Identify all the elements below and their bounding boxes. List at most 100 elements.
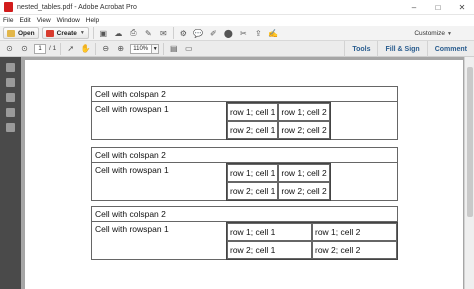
table-cell: row 1; cell 1 bbox=[227, 103, 279, 121]
highlight-icon[interactable]: ✐ bbox=[208, 28, 219, 39]
hand-tool-icon[interactable]: ✋ bbox=[80, 43, 91, 54]
colspan-cell: Cell with colspan 2 bbox=[92, 207, 397, 222]
folder-icon bbox=[7, 29, 15, 37]
tab-tools[interactable]: Tools bbox=[344, 41, 377, 57]
rowspan-cell: Cell with rowspan 1 bbox=[95, 104, 169, 114]
close-button[interactable]: ✕ bbox=[450, 0, 474, 15]
cloud-upload-icon[interactable]: ☁ bbox=[113, 28, 124, 39]
page-total: / 1 bbox=[49, 45, 57, 52]
rowspan-cell: Cell with rowspan 1 bbox=[95, 165, 169, 175]
previous-page-icon[interactable]: ⊙ bbox=[4, 43, 15, 54]
edit-icon[interactable]: ✎ bbox=[143, 28, 154, 39]
redact-icon[interactable]: ✂ bbox=[238, 28, 249, 39]
signatures-icon[interactable] bbox=[6, 93, 15, 102]
open-label: Open bbox=[18, 29, 35, 37]
share-icon[interactable]: ⇪ bbox=[253, 28, 264, 39]
toolbar-separator bbox=[60, 42, 62, 55]
table-row: row 2; cell 1 row 2; cell 2 bbox=[227, 182, 330, 200]
table-cell: row 2; cell 2 bbox=[278, 182, 330, 200]
toolbar-separator bbox=[95, 42, 97, 55]
table-cell: row 1; cell 2 bbox=[312, 223, 397, 241]
zoom-out-icon[interactable]: ⊖ bbox=[100, 43, 111, 54]
layers-icon[interactable] bbox=[6, 108, 15, 117]
nested-table: row 1; cell 1 row 1; cell 2 row 2; cell … bbox=[226, 163, 331, 201]
customize-label: Customize bbox=[414, 29, 446, 37]
customize-dropdown[interactable]: Customize ▼ bbox=[414, 30, 452, 37]
menu-bar: File Edit View Window Help bbox=[0, 15, 474, 26]
chevron-down-icon: ▼ bbox=[447, 30, 452, 37]
table-row: row 1; cell 1 row 1; cell 2 bbox=[227, 164, 330, 182]
zoom-dropdown[interactable]: ▼ bbox=[152, 43, 160, 54]
navigation-toolbar: ⊙ ⊙ 1 / 1 ➚ ✋ ⊖ ⊕ 110% ▼ ▤ ▭ Tools Fill … bbox=[0, 41, 474, 57]
title-bar: nested_tables.pdf - Adobe Acrobat Pro – … bbox=[0, 0, 474, 15]
table-cell: row 2; cell 2 bbox=[312, 241, 397, 259]
outer-table: Cell with colspan 2 Cell with rowspan 1 … bbox=[91, 147, 398, 201]
chevron-down-icon: ▼ bbox=[79, 30, 85, 36]
window-controls: – □ ✕ bbox=[402, 0, 474, 15]
read-mode-icon[interactable]: ▭ bbox=[183, 43, 194, 54]
page-number-input[interactable]: 1 bbox=[34, 43, 46, 54]
window-title: nested_tables.pdf - Adobe Acrobat Pro bbox=[17, 3, 137, 11]
vertical-scrollbar[interactable] bbox=[464, 57, 474, 289]
sign-icon[interactable]: ✍ bbox=[268, 28, 279, 39]
tab-comment[interactable]: Comment bbox=[426, 41, 474, 57]
create-button[interactable]: Create ▼ bbox=[41, 27, 89, 39]
nested-table: row 1; cell 1 row 1; cell 2 row 2; cell … bbox=[226, 222, 398, 260]
scrollbar-thumb[interactable] bbox=[467, 67, 473, 217]
navigation-pane bbox=[0, 57, 21, 289]
minimize-button[interactable]: – bbox=[402, 0, 426, 15]
table-cell: row 1; cell 2 bbox=[278, 164, 330, 182]
table-body: Cell with rowspan 1 row 1; cell 1 row 1;… bbox=[92, 102, 397, 140]
settings-icon[interactable]: ⚙ bbox=[178, 28, 189, 39]
outer-table: Cell with colspan 2 Cell with rowspan 1 … bbox=[91, 206, 398, 260]
menu-help[interactable]: Help bbox=[86, 17, 99, 24]
create-pdf-icon bbox=[45, 29, 54, 37]
menu-window[interactable]: Window bbox=[57, 17, 80, 24]
table-row: row 2; cell 1 row 2; cell 2 bbox=[227, 241, 397, 259]
next-page-icon[interactable]: ⊙ bbox=[19, 43, 30, 54]
open-button[interactable]: Open bbox=[3, 27, 39, 39]
table-cell: row 1; cell 1 bbox=[227, 164, 279, 182]
menu-file[interactable]: File bbox=[3, 17, 13, 24]
document-view[interactable]: Cell with colspan 2 Cell with rowspan 1 … bbox=[21, 57, 464, 289]
table-cell: row 1; cell 1 bbox=[227, 223, 312, 241]
email-icon[interactable]: ✉ bbox=[158, 28, 169, 39]
table-row: row 2; cell 1 row 2; cell 2 bbox=[227, 121, 330, 139]
comment-icon[interactable]: 💬 bbox=[193, 28, 204, 39]
table-cell: row 2; cell 1 bbox=[227, 121, 279, 139]
pdf-page: Cell with colspan 2 Cell with rowspan 1 … bbox=[25, 60, 463, 289]
table-cell: row 2; cell 1 bbox=[227, 182, 279, 200]
stamp-icon[interactable]: ⬤ bbox=[223, 28, 234, 39]
create-label: Create bbox=[56, 29, 77, 37]
maximize-button[interactable]: □ bbox=[426, 0, 450, 15]
acrobat-app-icon bbox=[4, 2, 13, 12]
zoom-in-icon[interactable]: ⊕ bbox=[115, 43, 126, 54]
table-cell: row 2; cell 2 bbox=[278, 121, 330, 139]
table-body: Cell with rowspan 1 row 1; cell 1 row 1;… bbox=[92, 163, 397, 201]
colspan-cell: Cell with colspan 2 bbox=[92, 87, 397, 102]
table-row: row 1; cell 1 row 1; cell 2 bbox=[227, 223, 397, 241]
menu-view[interactable]: View bbox=[37, 17, 51, 24]
task-pane-tabs: Tools Fill & Sign Comment bbox=[344, 41, 474, 57]
rowspan-cell: Cell with rowspan 1 bbox=[95, 224, 169, 234]
print-icon[interactable]: ⎙ bbox=[128, 28, 139, 39]
toolbar-separator bbox=[172, 27, 174, 39]
table-body: Cell with rowspan 1 row 1; cell 1 row 1;… bbox=[92, 222, 398, 260]
nested-table: row 1; cell 1 row 1; cell 2 row 2; cell … bbox=[226, 102, 331, 140]
outer-table: Cell with colspan 2 Cell with rowspan 1 … bbox=[91, 86, 398, 140]
table-row: row 1; cell 1 row 1; cell 2 bbox=[227, 103, 330, 121]
colspan-cell: Cell with colspan 2 bbox=[92, 148, 397, 163]
tab-fill-sign[interactable]: Fill & Sign bbox=[377, 41, 426, 57]
toolbar-separator bbox=[92, 27, 94, 39]
zoom-level-input[interactable]: 110% bbox=[130, 43, 153, 54]
toolbar-separator bbox=[163, 42, 165, 55]
menu-edit[interactable]: Edit bbox=[19, 17, 30, 24]
attachments-icon[interactable] bbox=[6, 123, 15, 132]
page-thumbnails-icon[interactable] bbox=[6, 63, 15, 72]
table-cell: row 2; cell 1 bbox=[227, 241, 312, 259]
select-cursor-icon[interactable]: ➚ bbox=[65, 43, 76, 54]
fit-page-icon[interactable]: ▤ bbox=[168, 43, 179, 54]
save-icon[interactable]: ▣ bbox=[98, 28, 109, 39]
bookmarks-icon[interactable] bbox=[6, 78, 15, 87]
main-toolbar: Open Create ▼ ▣ ☁ ⎙ ✎ ✉ ⚙ 💬 ✐ ⬤ ✂ ⇪ ✍ Cu… bbox=[0, 26, 474, 41]
